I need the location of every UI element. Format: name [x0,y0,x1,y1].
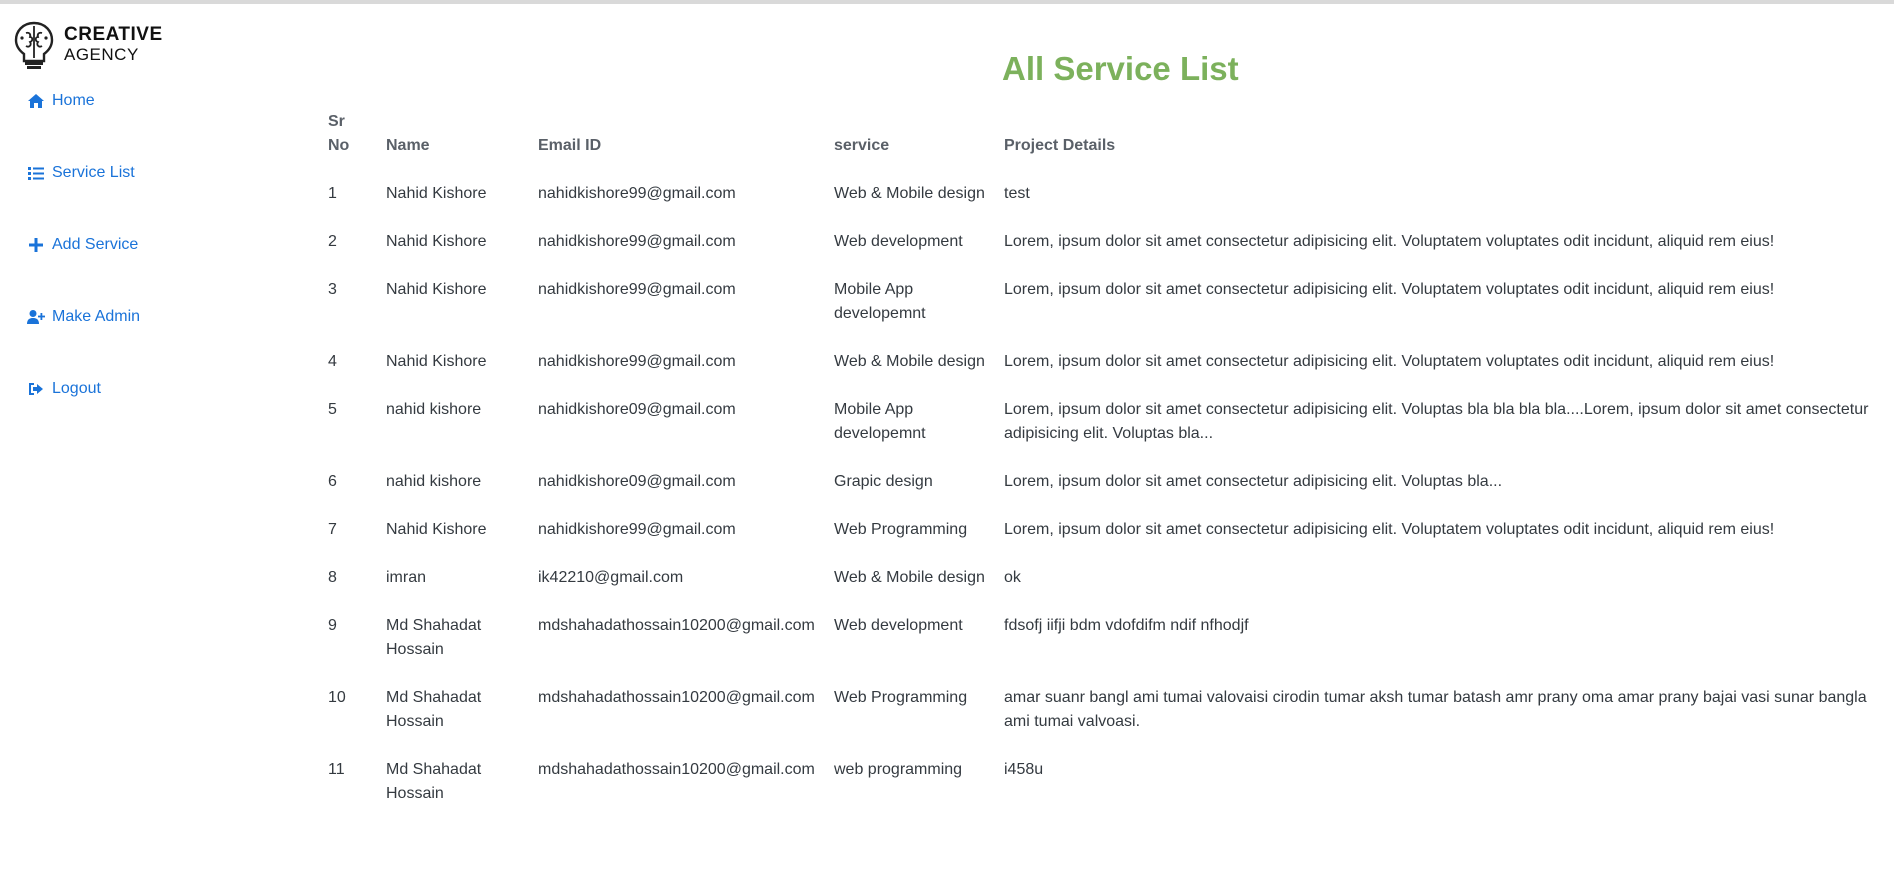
cell-service: Grapic design [834,473,933,490]
cell-email: nahidkishore09@gmail.com [538,401,736,418]
cell-name: Md Shahadat Hossain [386,689,482,730]
cell-project-details: fdsofj iifji bdm vdofdifm ndif nfhodjf [1004,617,1249,634]
sidebar-item-logout[interactable]: Logout [26,380,140,452]
cell-name: Nahid Kishore [386,281,487,298]
cell-service: Mobile App developemnt [834,281,926,322]
table-row: 7 Nahid Kishore nahidkishore99@gmail.com… [318,506,1888,554]
sidebar-item-label: Logout [52,380,101,397]
cell-name: imran [386,569,427,586]
cell-name: Nahid Kishore [386,185,487,202]
plus-icon [26,236,46,254]
cell-service: Web Programming [834,521,968,538]
cell-email: nahidkishore09@gmail.com [538,473,736,490]
cell-name: Md Shahadat Hossain [386,617,482,658]
sidebar-item-label: Make Admin [52,308,141,325]
cell-service: Mobile App developemnt [834,401,926,442]
column-header-email: Email ID [538,137,602,154]
table-row: 4 Nahid Kishore nahidkishore99@gmail.com… [318,338,1888,386]
cell-project-details: Lorem, ipsum dolor sit amet consectetur … [1004,233,1775,250]
cell-name: nahid kishore [386,473,482,490]
cell-name: Md Shahadat Hossain [386,761,482,802]
cell-email: nahidkishore99@gmail.com [538,185,736,202]
sidebar-nav: Home Service List Add Service Make Admin… [26,92,140,452]
column-header-name: Name [386,137,430,154]
cell-service: Web & Mobile design [834,569,985,586]
cell-project-details: Lorem, ipsum dolor sit amet consectetur … [1004,473,1503,490]
table-row: 5 nahid kishore nahidkishore09@gmail.com… [318,386,1888,458]
sidebar-item-label: Add Service [52,236,139,253]
list-icon [26,164,46,182]
cell-name: Nahid Kishore [386,521,487,538]
sidebar-item-make-admin[interactable]: Make Admin [26,308,140,380]
column-header-project-details: Project Details [1004,137,1116,154]
table-row: 2 Nahid Kishore nahidkishore99@gmail.com… [318,218,1888,266]
cell-sr-no: 3 [328,281,337,298]
cell-service: Web & Mobile design [834,185,985,202]
cell-sr-no: 9 [328,617,337,634]
cell-project-details: Lorem, ipsum dolor sit amet consectetur … [1004,353,1775,370]
brand-name-line1: CREATIVE [64,24,163,45]
brand-name-line2: AGENCY [64,45,139,64]
table-row: 11 Md Shahadat Hossain mdshahadathossain… [318,746,1888,818]
sidebar-item-add-service[interactable]: Add Service [26,236,140,308]
brand-logo[interactable]: CREATIVE AGENCY [12,20,163,70]
cell-project-details: test [1004,185,1030,202]
table-row: 9 Md Shahadat Hossain mdshahadathossain1… [318,602,1888,674]
cell-email: nahidkishore99@gmail.com [538,353,736,370]
sidebar-item-label: Service List [52,164,135,181]
column-header-sr-no: Sr No [328,113,350,154]
cell-email: nahidkishore99@gmail.com [538,521,736,538]
cell-name: nahid kishore [386,401,482,418]
cell-name: Nahid Kishore [386,353,487,370]
cell-sr-no: 1 [328,185,337,202]
cell-project-details: Lorem, ipsum dolor sit amet consectetur … [1004,401,1869,442]
cell-email: mdshahadathossain10200@gmail.com [538,689,815,706]
table-row: 6 nahid kishore nahidkishore09@gmail.com… [318,458,1888,506]
sidebar-item-home[interactable]: Home [26,92,140,164]
cell-service: Web & Mobile design [834,353,985,370]
page-title: All Service List [1002,50,1239,87]
cell-sr-no: 10 [328,689,346,706]
table-row: 8 imran ik42210@gmail.com Web & Mobile d… [318,554,1888,602]
cell-project-details: i458u [1004,761,1044,778]
cell-sr-no: 6 [328,473,337,490]
logout-icon [26,380,46,398]
cell-sr-no: 8 [328,569,337,586]
cell-email: mdshahadathossain10200@gmail.com [538,761,815,778]
cell-sr-no: 7 [328,521,337,538]
cell-sr-no: 5 [328,401,337,418]
cell-project-details: Lorem, ipsum dolor sit amet consectetur … [1004,521,1775,538]
home-icon [26,92,46,110]
cell-sr-no: 11 [328,761,345,778]
cell-service: Web Programming [834,689,968,706]
cell-service: Web development [834,233,963,250]
user-plus-icon [26,308,46,326]
sidebar-item-label: Home [52,92,95,109]
cell-project-details: ok [1004,569,1021,586]
sidebar: CREATIVE AGENCY Home Service List Add Se… [0,4,300,891]
cell-email: nahidkishore99@gmail.com [538,281,736,298]
cell-email: ik42210@gmail.com [538,569,684,586]
table-row: 1 Nahid Kishore nahidkishore99@gmail.com… [318,170,1888,218]
cell-project-details: amar suanr bangl ami tumai valovaisi cir… [1004,689,1867,730]
cell-name: Nahid Kishore [386,233,487,250]
cell-service: Web development [834,617,963,634]
cell-sr-no: 4 [328,353,337,370]
sidebar-item-service-list[interactable]: Service List [26,164,140,236]
table-row: 3 Nahid Kishore nahidkishore99@gmail.com… [318,266,1888,338]
cell-sr-no: 2 [328,233,337,250]
column-header-service: service [834,137,890,154]
table-header-row: Sr No Name Email ID service Project Deta… [318,110,1888,170]
service-list-table: Sr No Name Email ID service Project Deta… [318,110,1888,818]
brain-bulb-icon [14,21,54,69]
table-row: 10 Md Shahadat Hossain mdshahadathossain… [318,674,1888,746]
cell-email: mdshahadathossain10200@gmail.com [538,617,815,634]
cell-email: nahidkishore99@gmail.com [538,233,736,250]
cell-service: web programming [834,761,963,778]
cell-project-details: Lorem, ipsum dolor sit amet consectetur … [1004,281,1775,298]
